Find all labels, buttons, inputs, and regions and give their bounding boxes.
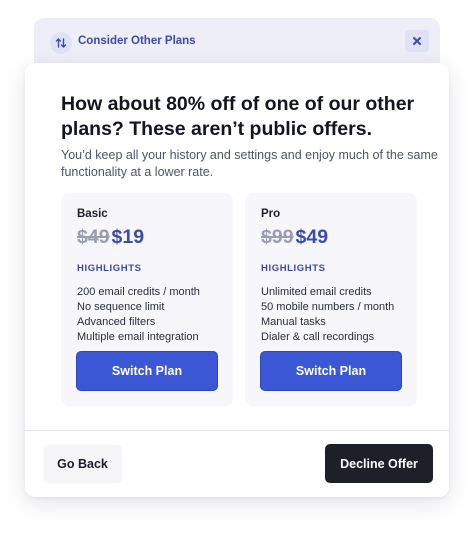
- feature-item: No sequence limit: [77, 301, 165, 313]
- highlights-label: HIGHLIGHTS: [77, 263, 142, 274]
- plan-name: Pro: [261, 208, 281, 220]
- feature-item: Manual tasks: [261, 316, 326, 328]
- offer-subtext: You’d keep all your history and settings…: [61, 148, 438, 179]
- switch-plan-pro-button[interactable]: Switch Plan: [260, 351, 402, 391]
- feature-item: 50 mobile numbers / month: [261, 301, 395, 313]
- footer-divider: [25, 430, 449, 431]
- old-price: $49: [77, 226, 110, 248]
- downgrade-offer-dialog: Consider Other Plans How about 80% off o…: [0, 0, 474, 535]
- new-price: $19: [111, 226, 145, 248]
- close-button[interactable]: [405, 30, 429, 52]
- plan-price: $49 $19: [77, 226, 144, 249]
- plan-name: Basic: [77, 208, 108, 220]
- switch-plan-basic-button[interactable]: Switch Plan: [76, 351, 218, 391]
- new-price: $49: [295, 226, 329, 248]
- feature-item: Unlimited email credits: [261, 286, 372, 298]
- highlights-label: HIGHLIGHTS: [261, 263, 326, 274]
- feature-item: Multiple email integration: [77, 331, 199, 343]
- swap-arrows-icon: [50, 32, 72, 54]
- feature-item: Advanced filters: [77, 316, 156, 328]
- feature-item: 200 email credits / month: [77, 286, 200, 298]
- plan-card-pro: Pro $99 $49 HIGHLIGHTS Unlimited email cr…: [245, 193, 417, 406]
- feature-item: Dialer & call recordings: [261, 331, 375, 343]
- go-back-button[interactable]: Go Back: [43, 445, 122, 483]
- feature-list: 200 email credits / month No sequence li…: [77, 285, 200, 345]
- offer-headline: How about 80% off of one of our other pl…: [61, 93, 415, 140]
- decline-offer-button[interactable]: Decline Offer: [325, 444, 433, 483]
- feature-list: Unlimited email credits 50 mobile number…: [261, 285, 394, 345]
- plan-price: $99 $49: [261, 226, 328, 249]
- offer-card: How about 80% off of one of our other pl…: [25, 63, 449, 497]
- old-price: $99: [261, 226, 294, 248]
- close-x-icon: [413, 37, 421, 45]
- tab-title: Consider Other Plans: [78, 35, 196, 47]
- plan-card-basic: Basic $49 $19 HIGHLIGHTS 200 email credit…: [61, 193, 233, 406]
